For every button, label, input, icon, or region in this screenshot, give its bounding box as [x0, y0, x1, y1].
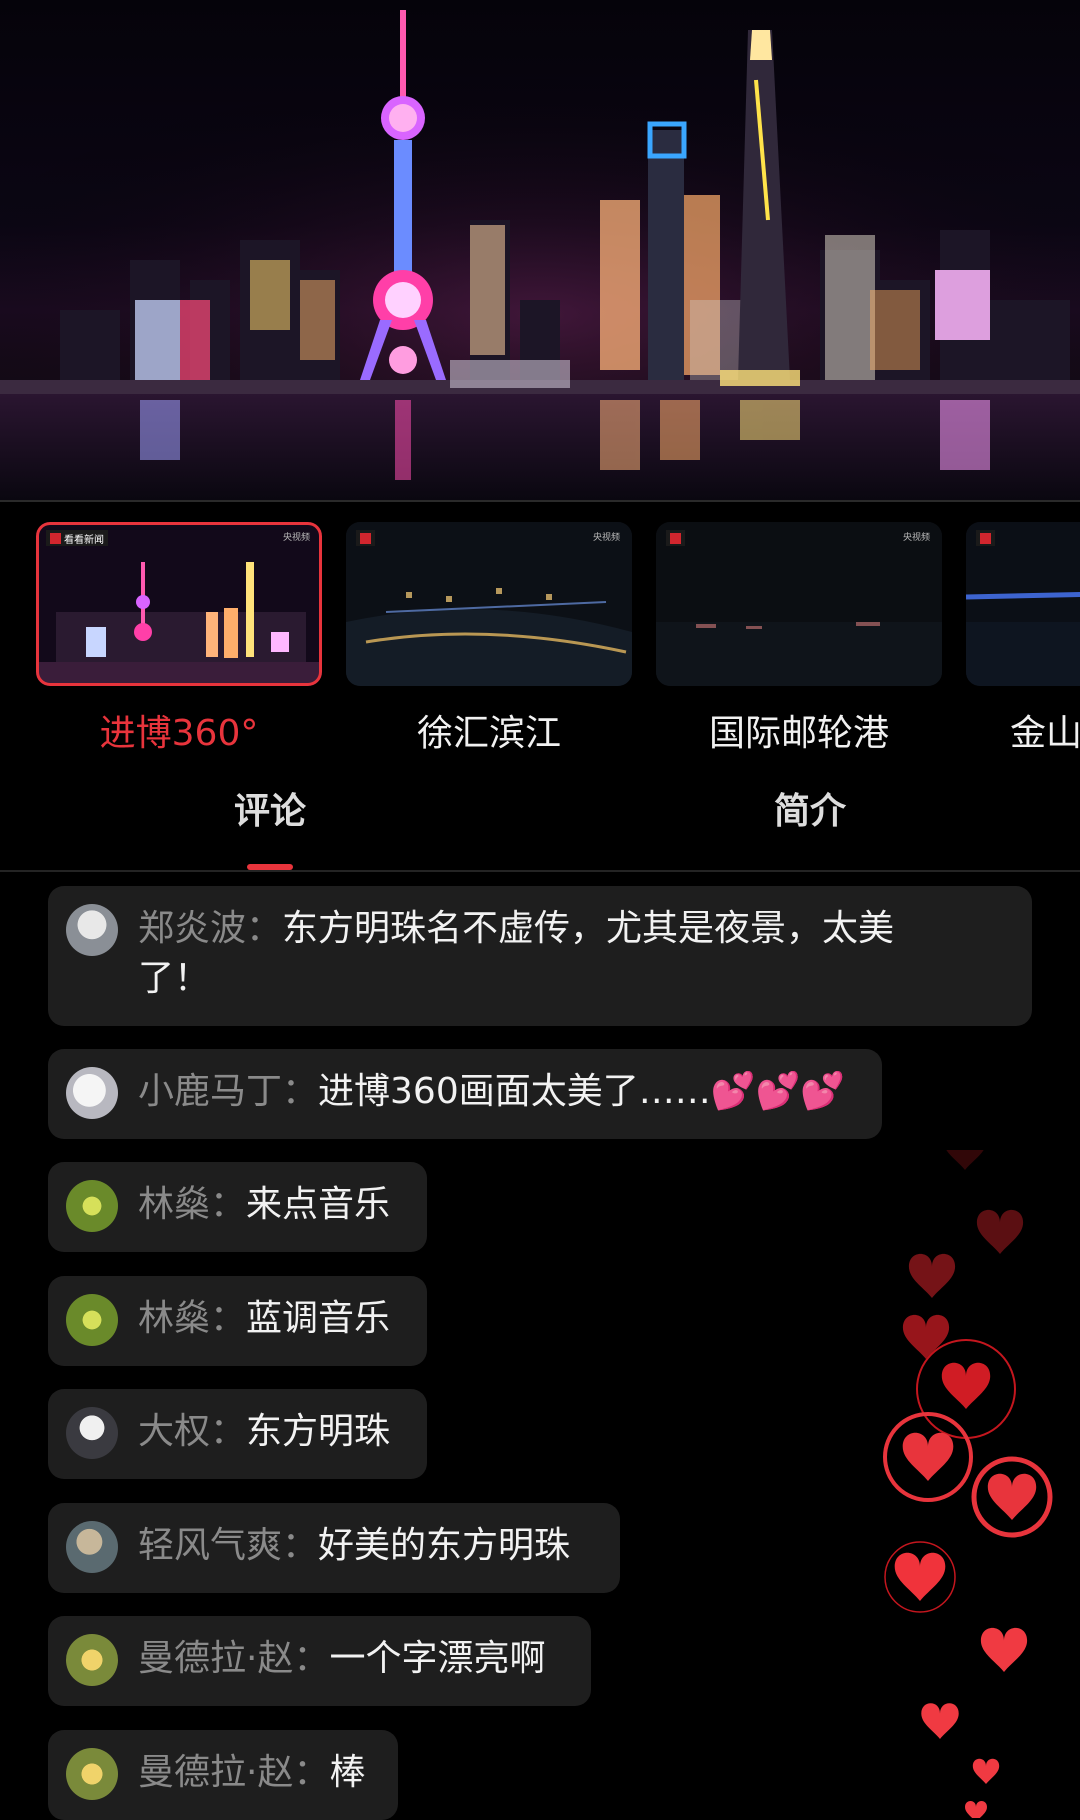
avatar[interactable]	[66, 1067, 118, 1119]
comment-body: 好美的东方明珠	[318, 1525, 571, 1566]
heart-icon	[883, 1150, 1053, 1818]
comment-username[interactable]: 林燊：	[138, 1184, 246, 1225]
camera-label: 金山	[1010, 713, 1080, 752]
player-divider	[0, 500, 1080, 502]
comment-text: 小鹿马丁：进博360画面太美了……💕💕💕	[138, 1067, 845, 1117]
camera-card[interactable]: 金山	[966, 522, 1080, 752]
comment-username[interactable]: 郑炎波：	[138, 908, 282, 949]
comment-text: 郑炎波：东方明珠名不虚传，尤其是夜景，太美了！	[138, 904, 958, 1004]
skyline-image	[0, 0, 1080, 500]
avatar[interactable]	[66, 1748, 118, 1800]
comment-body: 一个字漂亮啊	[329, 1638, 546, 1679]
avatar[interactable]	[66, 1634, 118, 1686]
comment-item: 小鹿马丁：进博360画面太美了……💕💕💕	[48, 1049, 882, 1139]
camera-watermark: 央视频	[592, 533, 620, 543]
tab-divider	[0, 870, 1080, 872]
camera-label: 进博360°	[99, 713, 259, 752]
comment-body: 来点音乐	[246, 1184, 391, 1225]
camera-badge: 看看新闻	[46, 530, 108, 546]
comment-text: 林燊：来点音乐	[138, 1180, 390, 1230]
camera-thumbnail[interactable]: 央视频	[346, 522, 632, 686]
comment-item: 郑炎波：东方明珠名不虚传，尤其是夜景，太美了！	[48, 886, 1032, 1026]
camera-watermark: 央视频	[902, 533, 930, 543]
camera-preview	[966, 522, 1080, 686]
camera-card[interactable]: 央视频 国际邮轮港	[656, 522, 942, 752]
camera-badge	[976, 530, 995, 546]
comment-username[interactable]: 曼德拉·赵：	[138, 1638, 329, 1679]
camera-strip[interactable]: 看看新闻 央视频 进博360° 央视频 徐汇滨江 央视频 国际邮轮港 金山	[0, 522, 1080, 752]
camera-thumbnail[interactable]: 央视频	[656, 522, 942, 686]
comment-username[interactable]: 曼德拉·赵：	[138, 1752, 329, 1793]
comment-item: 曼德拉·赵：棒	[48, 1730, 398, 1820]
comment-item: 林燊：蓝调音乐	[48, 1276, 427, 1366]
comment-body: 蓝调音乐	[246, 1298, 391, 1339]
comment-username[interactable]: 小鹿马丁：	[138, 1071, 318, 1112]
comment-text: 曼德拉·赵：一个字漂亮啊	[138, 1634, 545, 1684]
comment-item: 林燊：来点音乐	[48, 1162, 427, 1252]
camera-card[interactable]: 央视频 徐汇滨江	[346, 522, 632, 752]
camera-preview	[656, 522, 942, 686]
comment-text: 大权：东方明珠	[138, 1407, 390, 1457]
logo-icon	[360, 532, 371, 544]
logo-icon	[980, 532, 991, 544]
camera-card[interactable]: 看看新闻 央视频 进博360°	[36, 522, 322, 752]
logo-icon	[670, 532, 681, 544]
camera-thumbnail[interactable]	[966, 522, 1080, 686]
tab-intro[interactable]: 简介	[774, 782, 846, 834]
avatar[interactable]	[66, 904, 118, 956]
camera-badge	[356, 530, 375, 546]
tab-bar: 评论 简介	[0, 770, 1080, 872]
like-animation[interactable]	[860, 1150, 1080, 1818]
camera-thumbnail[interactable]: 看看新闻 央视频	[36, 522, 322, 686]
avatar[interactable]	[66, 1521, 118, 1573]
camera-preview	[36, 522, 322, 686]
camera-preview	[346, 522, 632, 686]
camera-badge	[666, 530, 685, 546]
avatar[interactable]	[66, 1407, 118, 1459]
comment-item: 轻风气爽：好美的东方明珠	[48, 1503, 620, 1593]
comment-text: 轻风气爽：好美的东方明珠	[138, 1521, 570, 1571]
comment-item: 大权：东方明珠	[48, 1389, 427, 1479]
comment-username[interactable]: 大权：	[138, 1411, 246, 1452]
comment-text: 曼德拉·赵：棒	[138, 1748, 365, 1798]
camera-label: 国际邮轮港	[708, 713, 889, 752]
video-player[interactable]	[0, 0, 1080, 500]
comment-body: 棒	[329, 1752, 366, 1793]
logo-icon	[50, 532, 61, 544]
comment-username[interactable]: 轻风气爽：	[138, 1525, 318, 1566]
avatar[interactable]	[66, 1294, 118, 1346]
comment-item: 曼德拉·赵：一个字漂亮啊	[48, 1616, 591, 1706]
comment-text: 林燊：蓝调音乐	[138, 1294, 390, 1344]
comment-body: 进博360画面太美了……💕💕💕	[318, 1071, 846, 1112]
comment-body: 东方明珠	[246, 1411, 391, 1452]
comment-username[interactable]: 林燊：	[138, 1298, 246, 1339]
camera-watermark: 央视频	[282, 533, 310, 543]
tab-comments[interactable]: 评论	[234, 782, 306, 834]
avatar[interactable]	[66, 1180, 118, 1232]
camera-label: 徐汇滨江	[416, 713, 561, 752]
